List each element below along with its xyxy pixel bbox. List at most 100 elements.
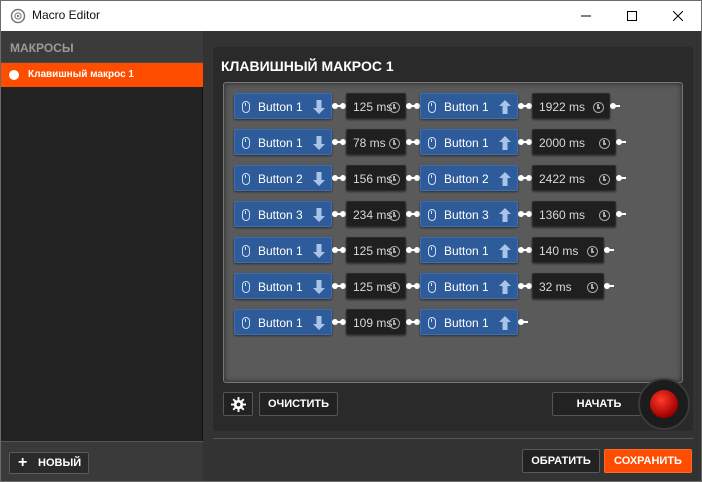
step-connector xyxy=(332,211,346,217)
clock-icon xyxy=(389,138,400,149)
key-step-label: Button 2 xyxy=(444,172,489,186)
arrow-down-icon xyxy=(312,279,326,295)
cancel-button[interactable]: ОБРАТИТЬ xyxy=(522,449,600,473)
key-step-release[interactable]: Button 1 xyxy=(420,129,518,155)
key-step-label: Button 1 xyxy=(444,100,489,114)
step-connector xyxy=(332,139,346,145)
record-button[interactable] xyxy=(638,378,690,430)
title-bar: Macro Editor xyxy=(1,1,701,31)
key-step-press[interactable]: Button 2 xyxy=(234,165,332,191)
clock-icon xyxy=(593,102,604,113)
key-step-label: Button 1 xyxy=(258,244,303,258)
macro-title: КЛАВИШНЫЙ МАКРОС 1 xyxy=(221,58,394,74)
delay-step-label: 78 ms xyxy=(353,136,386,150)
mouse-icon xyxy=(428,173,436,185)
arrow-up-icon xyxy=(498,279,512,295)
key-step-press[interactable]: Button 1 xyxy=(234,237,332,263)
key-step-press[interactable]: Button 3 xyxy=(234,201,332,227)
delay-step[interactable]: 1922 ms xyxy=(532,93,610,119)
settings-button[interactable] xyxy=(223,392,253,416)
key-step-press[interactable]: Button 1 xyxy=(234,93,332,119)
mouse-icon xyxy=(428,137,436,149)
key-step-release[interactable]: Button 2 xyxy=(420,165,518,191)
delay-step[interactable]: 125 ms xyxy=(346,237,406,263)
delay-step[interactable]: 125 ms xyxy=(346,93,406,119)
step-connector xyxy=(518,211,532,217)
sidebar: МАКРОСЫ Клавишный макрос 1 + НОВЫЙ xyxy=(1,31,203,481)
key-step-label: Button 1 xyxy=(258,280,303,294)
step-connector xyxy=(332,103,346,109)
key-step-release[interactable]: Button 1 xyxy=(420,273,518,299)
clock-icon xyxy=(587,246,598,257)
mouse-icon xyxy=(428,281,436,293)
mouse-icon xyxy=(428,101,436,113)
gear-icon xyxy=(231,397,246,412)
maximize-button[interactable] xyxy=(609,1,655,31)
sidebar-footer: + НОВЫЙ xyxy=(1,441,203,481)
mouse-icon xyxy=(242,101,250,113)
key-step-release[interactable]: Button 1 xyxy=(420,237,518,263)
delay-step[interactable]: 2000 ms xyxy=(532,129,616,155)
step-connector xyxy=(518,139,532,145)
clock-icon xyxy=(389,282,400,293)
key-step-label: Button 1 xyxy=(258,136,303,150)
key-step-label: Button 3 xyxy=(258,208,303,222)
delay-step[interactable]: 78 ms xyxy=(346,129,406,155)
step-connector xyxy=(332,283,346,289)
sidebar-title: МАКРОСЫ xyxy=(10,41,74,55)
sidebar-item-label: Клавишный макрос 1 xyxy=(28,69,134,80)
delay-step[interactable]: 2422 ms xyxy=(532,165,616,191)
close-icon xyxy=(673,11,683,21)
new-macro-label: НОВЫЙ xyxy=(38,457,82,469)
step-connector xyxy=(406,211,420,217)
delay-step-label: 125 ms xyxy=(353,280,393,294)
record-icon xyxy=(650,390,678,418)
arrow-up-icon xyxy=(498,135,512,151)
clock-icon xyxy=(389,318,400,329)
arrow-down-icon xyxy=(312,99,326,115)
delay-step-label: 2422 ms xyxy=(539,172,586,186)
minimize-button[interactable] xyxy=(563,1,609,31)
delay-step-label: 2000 ms xyxy=(539,136,586,150)
key-step-release[interactable]: Button 1 xyxy=(420,93,518,119)
start-button[interactable]: НАЧАТЬ xyxy=(552,392,646,416)
key-step-label: Button 1 xyxy=(444,280,489,294)
delay-step[interactable]: 125 ms xyxy=(346,273,406,299)
arrow-up-icon xyxy=(498,315,512,331)
arrow-up-icon xyxy=(498,171,512,187)
sequence-end-connector xyxy=(610,103,620,109)
mouse-icon xyxy=(242,173,250,185)
delay-step[interactable]: 140 ms xyxy=(532,237,604,263)
mouse-icon xyxy=(242,209,250,221)
macro-sequence-canvas[interactable]: Button 1 125 ms Button 1 1922 ms Button 1 78 … xyxy=(223,82,683,383)
mouse-icon xyxy=(242,317,250,329)
sidebar-item-macro[interactable]: Клавишный макрос 1 xyxy=(1,63,203,87)
close-button[interactable] xyxy=(655,1,701,31)
clock-icon xyxy=(599,138,610,149)
step-connector xyxy=(518,103,532,109)
delay-step[interactable]: 109 ms xyxy=(346,309,406,335)
key-step-press[interactable]: Button 1 xyxy=(234,309,332,335)
sequence-end-connector xyxy=(604,283,614,289)
key-step-release[interactable]: Button 1 xyxy=(420,309,518,335)
key-step-release[interactable]: Button 3 xyxy=(420,201,518,227)
key-step-press[interactable]: Button 1 xyxy=(234,129,332,155)
mouse-icon xyxy=(242,281,250,293)
delay-step-label: 1922 ms xyxy=(539,100,586,114)
step-connector xyxy=(406,175,420,181)
delay-step[interactable]: 32 ms xyxy=(532,273,604,299)
save-button[interactable]: СОХРАНИТЬ xyxy=(604,449,692,473)
new-macro-button[interactable]: + НОВЫЙ xyxy=(9,452,89,474)
key-step-press[interactable]: Button 1 xyxy=(234,273,332,299)
clear-button[interactable]: ОЧИСТИТЬ xyxy=(259,392,338,416)
step-connector xyxy=(332,247,346,253)
divider xyxy=(213,438,694,439)
arrow-up-icon xyxy=(498,207,512,223)
delay-step-label: 156 ms xyxy=(353,172,393,186)
selected-dot-icon xyxy=(9,70,19,80)
delay-step[interactable]: 1360 ms xyxy=(532,201,616,227)
window-title: Macro Editor xyxy=(32,8,101,22)
key-step-label: Button 3 xyxy=(444,208,489,222)
delay-step[interactable]: 156 ms xyxy=(346,165,406,191)
delay-step[interactable]: 234 ms xyxy=(346,201,406,227)
